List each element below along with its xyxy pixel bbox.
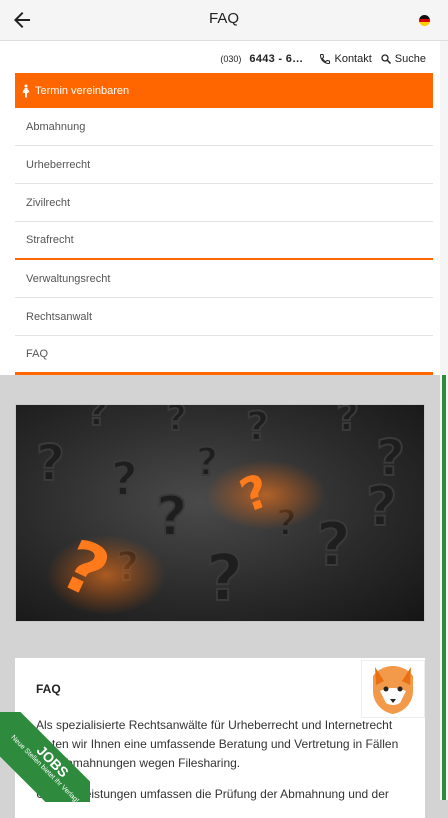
phone-icon	[320, 54, 331, 65]
menu-item-urheberrecht[interactable]: Urheberrecht	[15, 146, 433, 184]
navigation-panel: (030) 6443 - 6… Kontakt Suche Termin ver…	[0, 41, 440, 375]
phone-number[interactable]: 6443 - 6…	[249, 53, 303, 65]
question-marks-image: ? ? ? ? ? ? ? ? ? ? ? ? ? ? ? ?	[15, 404, 425, 622]
svg-text:?: ?	[206, 542, 243, 616]
svg-text:?: ?	[336, 405, 359, 440]
card-paragraph: Unsere Leistungen umfassen die Prüfung d…	[36, 787, 389, 801]
svg-text:?: ?	[366, 475, 397, 538]
svg-text:?: ?	[111, 452, 138, 506]
app-bar: FAQ	[0, 0, 448, 41]
page-title: FAQ	[208, 10, 239, 27]
fox-logo	[361, 660, 425, 718]
contact-link[interactable]: Kontakt	[319, 53, 372, 65]
card-body: Als spezialisierte Rechtsanwälte für Urh…	[36, 716, 411, 816]
card-paragraph: Als spezialisierte Rechtsanwälte für Urh…	[36, 718, 399, 770]
search-link[interactable]: Suche	[380, 53, 426, 65]
svg-text:?: ?	[156, 485, 187, 548]
jobs-ribbon: JOBS Neue Stellen bietet ihr Verlag!	[0, 712, 90, 802]
menu-item-strafrecht[interactable]: Strafrecht	[15, 222, 433, 260]
appointment-button[interactable]: Termin vereinbaren	[15, 73, 433, 108]
svg-text:?: ?	[86, 405, 109, 435]
fox-icon	[373, 666, 413, 714]
menu-item-rechtsanwalt[interactable]: Rechtsanwalt	[15, 298, 433, 336]
main-menu: Abmahnung Urheberrecht Zivilrecht Strafr…	[15, 108, 433, 375]
jobs-badge[interactable]: JOBS Neue Stellen bietet ihr Verlag!	[0, 712, 90, 802]
menu-item-zivilrecht[interactable]: Zivilrecht	[15, 184, 433, 222]
scrollbar-thumb[interactable]	[442, 375, 446, 800]
german-flag-icon[interactable]	[419, 15, 430, 26]
contact-bar: (030) 6443 - 6… Kontakt Suche	[220, 53, 434, 65]
menu-item-verwaltungsrecht[interactable]: Verwaltungsrecht	[15, 260, 433, 298]
phone-prefix: (030)	[220, 54, 242, 64]
contact-label: Kontakt	[334, 53, 372, 65]
jobs-title: JOBS	[33, 742, 72, 781]
svg-text:?: ?	[316, 510, 351, 580]
card-title: FAQ	[36, 682, 61, 696]
svg-text:?: ?	[246, 405, 269, 450]
search-icon	[381, 54, 391, 65]
hero-illustration: ? ? ? ? ? ? ? ? ? ? ? ? ? ? ? ?	[35, 405, 406, 617]
search-label: Suche	[394, 53, 426, 65]
person-walking-icon	[22, 84, 30, 97]
menu-item-faq[interactable]: FAQ	[15, 336, 433, 375]
svg-text:?: ?	[166, 405, 187, 439]
appointment-label: Termin vereinbaren	[35, 84, 130, 97]
menu-item-abmahnung[interactable]: Abmahnung	[15, 108, 433, 146]
svg-text:?: ?	[36, 434, 65, 492]
